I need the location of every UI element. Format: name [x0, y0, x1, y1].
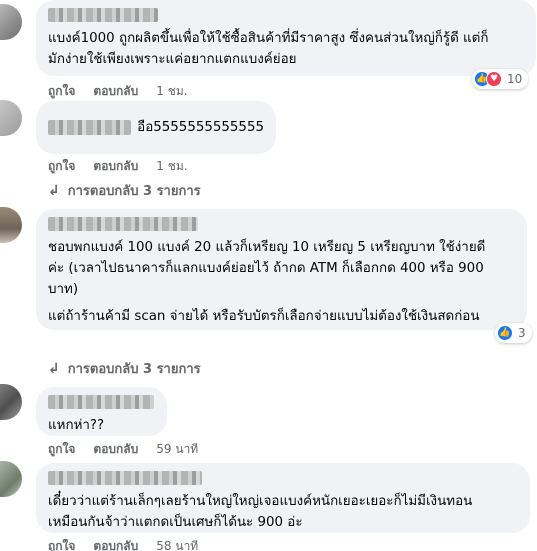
- replies-count-label: การตอบกลับ 3 รายการ: [67, 362, 201, 377]
- commenter-name-redacted[interactable]: [48, 395, 154, 409]
- reaction-count: 3: [518, 326, 526, 340]
- commenter-avatar[interactable]: [0, 100, 22, 136]
- comment-actions: ถูกใจ ตอบกลับ 58 นาที: [48, 537, 198, 551]
- view-replies-link[interactable]: ↳ การตอบกลับ 3 รายการ: [48, 180, 201, 201]
- reply-button[interactable]: ตอบกลับ: [93, 537, 138, 551]
- reply-arrow-icon: ↳: [48, 182, 60, 199]
- comment-timestamp[interactable]: 58 นาที: [156, 537, 198, 551]
- love-icon: ♥: [486, 71, 502, 87]
- reply-button[interactable]: ตอบกลับ: [93, 82, 138, 101]
- comment-text: อือ5555555555555: [137, 120, 264, 135]
- comment-actions: ถูกใจ ตอบกลับ 1 ชม.: [48, 82, 188, 101]
- commenter-avatar[interactable]: [0, 4, 22, 40]
- reply-button[interactable]: ตอบกลับ: [93, 440, 138, 459]
- comment-timestamp[interactable]: 59 นาที: [156, 440, 198, 459]
- like-button[interactable]: ถูกใจ: [48, 82, 75, 101]
- commenter-name-redacted[interactable]: [48, 120, 132, 135]
- commenter-avatar[interactable]: [0, 461, 22, 497]
- comment-text: แหกห่า??: [48, 418, 105, 433]
- comment-bubble: เดี๋ยวว่าแต่ร้านเล็กๆเลยร้านใหญ่ใหญ่เจอแ…: [36, 463, 530, 533]
- reply-button[interactable]: ตอบกลับ: [93, 157, 138, 176]
- comment-actions: ถูกใจ ตอบกลับ 1 ชม.: [48, 157, 188, 176]
- like-button[interactable]: ถูกใจ: [48, 157, 75, 176]
- comment-timestamp[interactable]: 1 ชม.: [156, 157, 187, 176]
- comment-actions: ถูกใจ ตอบกลับ 59 นาที: [48, 440, 198, 459]
- comment-timestamp[interactable]: 1 ชม.: [156, 82, 187, 101]
- commenter-avatar[interactable]: [0, 207, 22, 243]
- comment-text: เดี๋ยวว่าแต่ร้านเล็กๆเลยร้านใหญ่ใหญ่เจอแ…: [48, 494, 473, 530]
- reaction-count: 10: [507, 72, 523, 86]
- comment-text-second-paragraph: แต่ถ้าร้านค้ามี scan จ่ายได้ หรือรับบัตร…: [48, 309, 480, 324]
- commenter-avatar[interactable]: [0, 384, 22, 420]
- like-icon: 👍: [497, 325, 513, 341]
- comment-text: ชอบพกแบงค์ 100 แบงค์ 20 แล้วก็เหรียญ 10 …: [48, 240, 486, 297]
- comment-bubble: แบงค์1000 ถูกผลิตขึ้นเพื่อให้ใช้ซื้อสินค…: [36, 0, 536, 76]
- comment-text: แบงค์1000 ถูกผลิตขึ้นเพื่อให้ใช้ซื้อสินค…: [48, 31, 489, 67]
- like-button[interactable]: ถูกใจ: [48, 537, 75, 551]
- reaction-summary[interactable]: 👍 ♥ 10: [472, 69, 529, 89]
- comment-bubble: ชอบพกแบงค์ 100 แบงค์ 20 แล้วก็เหรียญ 10 …: [36, 209, 527, 330]
- comment-bubble: อือ5555555555555: [36, 101, 276, 154]
- commenter-name-redacted[interactable]: [48, 471, 202, 485]
- comment-bubble: แหกห่า??: [36, 387, 167, 436]
- reply-arrow-icon: ↳: [48, 360, 60, 377]
- view-replies-link[interactable]: ↳ การตอบกลับ 3 รายการ: [48, 358, 201, 379]
- reaction-summary[interactable]: 👍 3: [495, 323, 532, 343]
- commenter-name-redacted[interactable]: [48, 217, 198, 231]
- commenter-name-redacted[interactable]: [48, 8, 158, 22]
- like-button[interactable]: ถูกใจ: [48, 440, 75, 459]
- replies-count-label: การตอบกลับ 3 รายการ: [67, 184, 201, 199]
